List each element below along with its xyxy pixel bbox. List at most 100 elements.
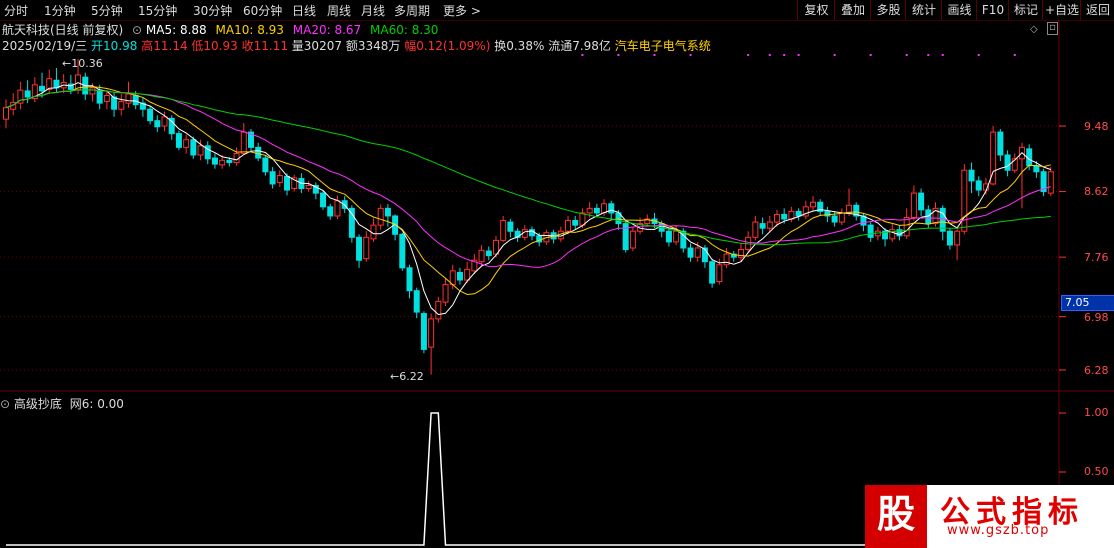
candle-body [161,116,168,127]
candle-body [226,159,233,164]
high-price-annotation: ←10.36 [62,57,103,70]
candle-body [788,210,795,220]
candle-body [810,201,817,208]
candle-body [687,247,694,258]
candle-body [665,230,672,243]
signal-dot [905,54,908,56]
candle-body [781,213,788,220]
watermark-logo: 股 公式指标 www.gszb.top [865,485,1114,548]
sub-indicator-name: 高级抄底 [13,397,62,411]
candle-body [1033,165,1040,173]
candle-body [276,175,283,183]
candle-body [399,233,406,269]
signal-dot [783,54,786,56]
signal-dot [797,54,800,56]
candle-body [190,139,197,156]
candle-body [579,212,586,226]
signal-dot [689,54,692,56]
candle-body [284,175,291,191]
signal-dot [617,54,620,56]
candle-body [968,169,975,182]
sub-axis-label: 0.50 [1084,465,1109,478]
price-axis-label: 8.62 [1084,185,1109,198]
candle-body [593,207,600,214]
candle-body [406,267,413,292]
candle-body [759,223,766,229]
candle-body [507,221,514,232]
collapse-icon[interactable]: ⊙ [0,397,10,411]
sub-axis-label: 1.00 [1084,406,1109,419]
candle-body [435,300,442,320]
candle-body [709,261,716,284]
candle-body [334,200,341,217]
signal-dot [747,54,750,56]
candle-body [154,120,161,128]
candle-body [673,230,680,243]
candle-body [586,207,593,214]
candle-body [320,192,327,208]
kline-chart[interactable] [0,0,1114,548]
candle-body [565,220,572,232]
sub-indicator-header: ⊙ 高级抄底 网6: 0.00 [0,395,124,412]
candle-body [478,249,485,263]
logo-url: www.gszb.top [947,523,1050,538]
signal-dot [653,54,656,56]
candle-body [918,192,925,211]
candle-body [572,220,579,226]
candle-body [752,221,759,238]
sub-indicator-value: 网6: 0.00 [69,397,124,411]
candle-body [183,139,190,148]
candle-body [197,145,204,156]
candle-body [211,157,218,165]
candle-body [442,284,449,303]
candle-body [96,89,103,104]
candle-body [348,207,355,238]
candle-body [24,90,31,98]
candle-body [903,217,910,237]
candle-body [961,169,968,232]
candle-body [413,290,420,313]
candle-body [39,85,46,92]
candle-body [946,230,953,246]
signal-dot [768,54,771,56]
candle-body [377,207,384,226]
candle-body [838,212,845,223]
price-axis-label: 7.76 [1084,251,1109,264]
candle-body [831,215,838,223]
candle-body [910,192,917,219]
signal-dot [833,54,836,56]
candle-body [975,180,982,191]
candle-body [255,146,262,159]
candle-body [420,313,427,350]
candle-body [997,131,1004,156]
candle-body [175,133,182,148]
candle-body [89,87,96,95]
candle-body [118,101,125,110]
candle-body [428,318,435,348]
low-annotation-value: 6.22 [399,370,424,383]
candle-body [3,107,9,120]
candle-body [773,213,780,223]
price-axis-label: 6.28 [1084,364,1109,377]
signal-dot [977,54,980,56]
low-price-annotation: ←6.22 [390,370,424,383]
candle-body [262,157,269,173]
candle-body [125,93,132,104]
price-axis-label: 9.48 [1084,120,1109,133]
candle-body [269,171,276,185]
candle-body [363,236,370,260]
candle-body [384,207,391,217]
candle-body [500,220,507,241]
candle-body [795,210,802,217]
candle-body [485,250,492,257]
candle-body [694,247,701,258]
logo-mark: 股 [865,485,927,548]
candle-body [716,264,723,283]
candle-body [954,230,961,246]
candle-body [327,206,334,217]
ma60-line [5,89,1051,246]
candle-body [464,268,471,281]
candle-body [1004,154,1011,171]
candle-body [147,108,154,122]
candle-body [356,236,363,261]
